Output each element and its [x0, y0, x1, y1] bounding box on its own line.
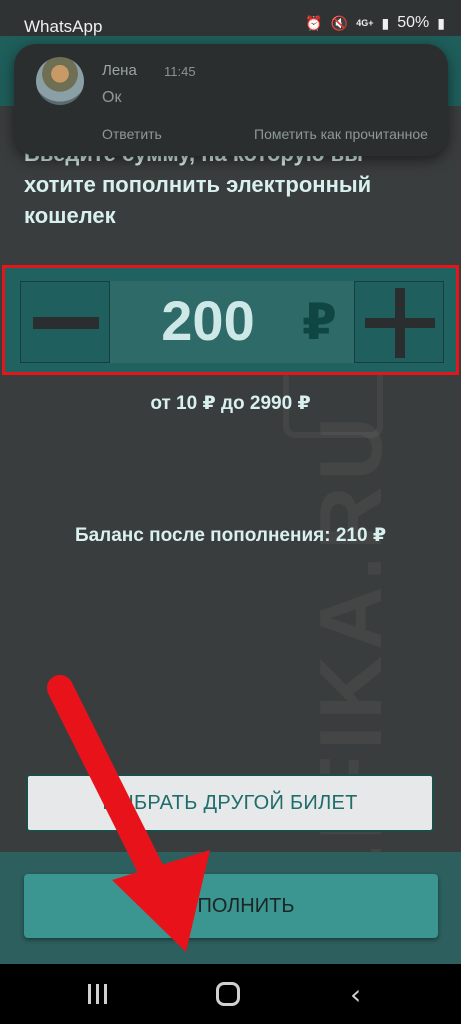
notification-message: Ок [102, 89, 122, 106]
avatar [36, 57, 84, 105]
increase-button[interactable] [354, 281, 444, 363]
network-indicator: 4G+ [356, 17, 374, 28]
whatsapp-notification[interactable]: Лена 11:45 Ок Ответить Пометить как проч… [14, 44, 448, 156]
notification-sender: Лена [102, 62, 137, 79]
signal-icon: ▮ [381, 14, 390, 31]
battery-icon: ▮ [437, 14, 445, 31]
mark-read-button[interactable]: Пометить как прочитанное [254, 126, 428, 142]
notification-actions: Ответить Пометить как прочитанное [14, 126, 448, 150]
prompt-line-2: хотите пополнить электронный [24, 172, 372, 197]
plus-icon-vertical [395, 288, 405, 358]
mute-icon: 🔇 [330, 14, 349, 31]
status-icons: ⏰ 🔇 4G+ ▮ 50% ▮ [305, 14, 445, 32]
amount-selector-highlight: 200 ₽ [2, 265, 459, 375]
amount-range: от 10 ₽ до 2990 ₽ [150, 393, 311, 414]
decrease-button[interactable] [20, 281, 110, 363]
choose-other-ticket-button[interactable]: ВЫБРАТЬ ДРУГОЙ БИЛЕТ [26, 774, 434, 832]
alarm-icon: ⏰ [305, 14, 323, 31]
navigation-bar: ‹ [0, 964, 461, 1024]
minus-icon [33, 317, 99, 329]
battery-level: 50% [397, 14, 430, 31]
status-app-name: WhatsApp [24, 17, 103, 36]
reply-button[interactable]: Ответить [102, 126, 162, 142]
home-icon[interactable] [216, 982, 240, 1006]
notification-time: 11:45 [164, 64, 196, 79]
amount-stepper: 200 ₽ [20, 281, 444, 363]
balance-after-topup: Баланс после пополнения: 210 ₽ [74, 525, 387, 546]
recent-apps-icon[interactable] [88, 984, 110, 1004]
back-icon[interactable]: ‹ [350, 978, 361, 1011]
amount-value[interactable]: 200 [128, 289, 288, 353]
top-up-button[interactable]: ПОПОЛНИТЬ [24, 874, 438, 938]
currency-symbol: ₽ [302, 294, 337, 350]
